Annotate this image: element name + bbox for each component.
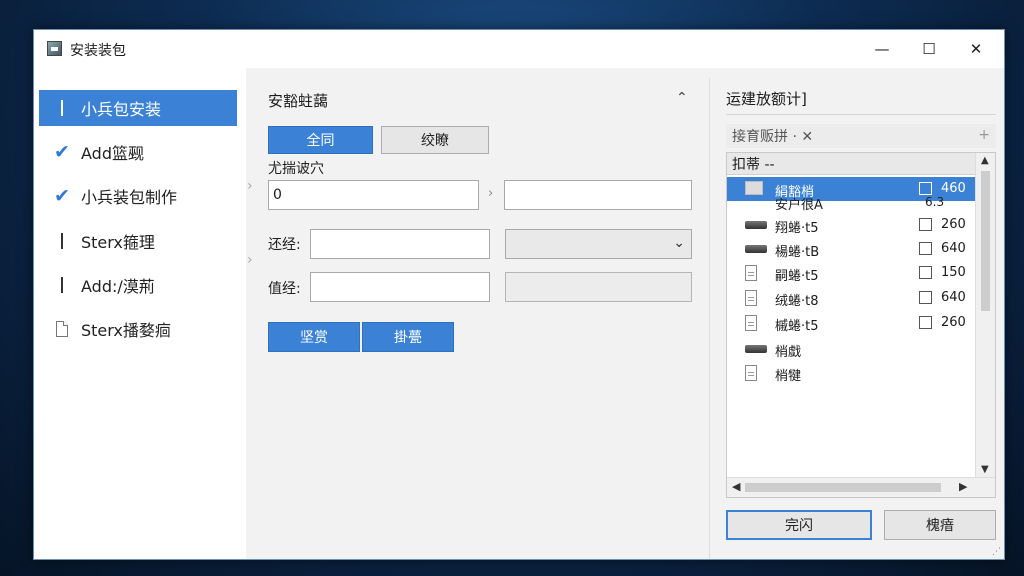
sidebar-item-add-path[interactable]: Add:/漠荊: [39, 267, 237, 303]
window-title: 安装装包: [70, 43, 126, 59]
scroll-down-icon[interactable]: ▼: [981, 464, 989, 475]
list-header: 扣蒂 --: [727, 153, 975, 175]
panel-title: 运建放额计]: [726, 90, 807, 108]
sidebar-item-label: Sterx箍理: [81, 233, 155, 252]
sidebar-item-label: 小兵装包制作: [81, 188, 178, 207]
package-panel: 运建放额计] 接育贩拼 · ✕ + 扣蒂 -- 絹豁梢 460 安户很A 6.3…: [709, 78, 1000, 559]
source-input[interactable]: 0: [268, 180, 479, 210]
path-dropdown[interactable]: ⌄: [505, 229, 692, 259]
list-item[interactable]: 梢戱: [727, 337, 975, 361]
resize-grip-icon[interactable]: ⋰: [992, 547, 1002, 557]
check-icon: ✔: [54, 185, 70, 207]
list-item-sub[interactable]: 安户很A 6.3: [727, 189, 975, 213]
sidebar-item-make[interactable]: ✔ 小兵装包制作: [39, 178, 237, 214]
sidebar-item-label: 小兵包安装: [81, 100, 162, 119]
file-icon: [745, 365, 757, 381]
submit-button[interactable]: 掛甍: [362, 322, 454, 352]
sidebar-item-script[interactable]: Sterx播婺痐: [39, 311, 237, 347]
file-icon: [745, 315, 757, 331]
path-input[interactable]: [310, 229, 490, 259]
bar-icon: [51, 277, 73, 293]
file-icon: [745, 265, 757, 281]
app-icon: [47, 41, 62, 56]
scroll-thumb[interactable]: [745, 483, 941, 492]
scroll-left-icon[interactable]: ◀: [732, 480, 740, 493]
separator-icon: ›: [488, 186, 494, 201]
chevron-down-icon: ⌄: [673, 235, 685, 251]
source-target-input[interactable]: [504, 180, 692, 210]
app-window: 安装装包 — ☐ ✕ 小兵包安装 ✔ Add篮觋 ✔ 小兵装包制作 Sterx箍…: [33, 29, 1005, 560]
tab-filter[interactable]: 绞瞭: [381, 126, 489, 154]
list-item[interactable]: 嗣蜷·t5 150: [727, 261, 975, 285]
search-placeholder: 接育贩拼 · ✕: [732, 129, 814, 145]
tab-all[interactable]: 全同: [268, 126, 373, 154]
drive-icon: [745, 217, 767, 229]
list-item[interactable]: 槭蜷·t5 260: [727, 311, 975, 335]
sidebar-item-manage[interactable]: Sterx箍理: [39, 223, 237, 259]
confirm-button[interactable]: 坚赏: [268, 322, 360, 352]
source-label: 尤揣诐穴: [268, 161, 324, 177]
chevron-up-icon[interactable]: ⌃: [676, 90, 688, 106]
divider: [726, 114, 996, 115]
scroll-up-icon[interactable]: ▲: [981, 155, 989, 166]
row-checkbox[interactable]: [919, 266, 932, 279]
list-item[interactable]: 翔蜷·t5 260: [727, 213, 975, 237]
sidebar-item-label: Sterx播婺痐: [81, 321, 171, 340]
row-checkbox[interactable]: [919, 291, 932, 304]
minimize-button[interactable]: —: [859, 30, 905, 68]
chevron-right-icon[interactable]: ›: [247, 178, 253, 194]
vertical-scrollbar[interactable]: ▲ ▼: [975, 153, 995, 477]
section-title: 安豁蛀藹: [268, 92, 329, 110]
row-checkbox[interactable]: [919, 242, 932, 255]
title-bar[interactable]: 安装装包 — ☐ ✕: [34, 30, 1004, 68]
value-label: 值经:: [268, 281, 301, 297]
value-input[interactable]: [310, 272, 490, 302]
file-icon: [745, 290, 757, 306]
sidebar-item-label: Add:/漠荊: [81, 277, 155, 296]
document-icon: [51, 321, 73, 337]
value-secondary-input: [505, 272, 692, 302]
close-button[interactable]: ✕: [953, 30, 999, 68]
search-input[interactable]: 接育贩拼 · ✕ +: [726, 124, 996, 148]
sidebar-item-label: Add篮觋: [81, 144, 144, 163]
chevron-right-icon[interactable]: ›: [247, 252, 253, 268]
horizontal-scrollbar[interactable]: ◀ ▶: [727, 477, 995, 497]
list-item[interactable]: 梢犍: [727, 361, 975, 385]
bar-icon: [51, 100, 73, 116]
sidebar-item-add[interactable]: ✔ Add篮觋: [39, 134, 237, 170]
cancel-button[interactable]: 槐瘖: [884, 510, 996, 540]
file-list[interactable]: 扣蒂 -- 絹豁梢 460 安户很A 6.3 翔蜷·t5 260 楊蜷·tB 6…: [726, 152, 996, 498]
row-checkbox[interactable]: [919, 218, 932, 231]
list-item[interactable]: 楊蜷·tB 640: [727, 237, 975, 261]
drive-icon: [745, 341, 767, 353]
list-item[interactable]: 绒蜷·t8 640: [727, 286, 975, 310]
scroll-thumb[interactable]: [981, 171, 990, 311]
scroll-right-icon[interactable]: ▶: [959, 480, 967, 493]
drive-icon: [745, 241, 767, 253]
path-label: 还经:: [268, 237, 301, 253]
ok-button[interactable]: 完闪: [726, 510, 872, 540]
maximize-button[interactable]: ☐: [906, 30, 952, 68]
sidebar: 小兵包安装 ✔ Add篮觋 ✔ 小兵装包制作 Sterx箍理 Add:/漠荊 S…: [34, 68, 246, 559]
row-checkbox[interactable]: [919, 316, 932, 329]
plus-icon[interactable]: +: [978, 127, 990, 143]
bar-icon: [51, 233, 73, 249]
sidebar-item-install[interactable]: 小兵包安装: [39, 90, 237, 126]
check-icon: ✔: [54, 141, 70, 163]
